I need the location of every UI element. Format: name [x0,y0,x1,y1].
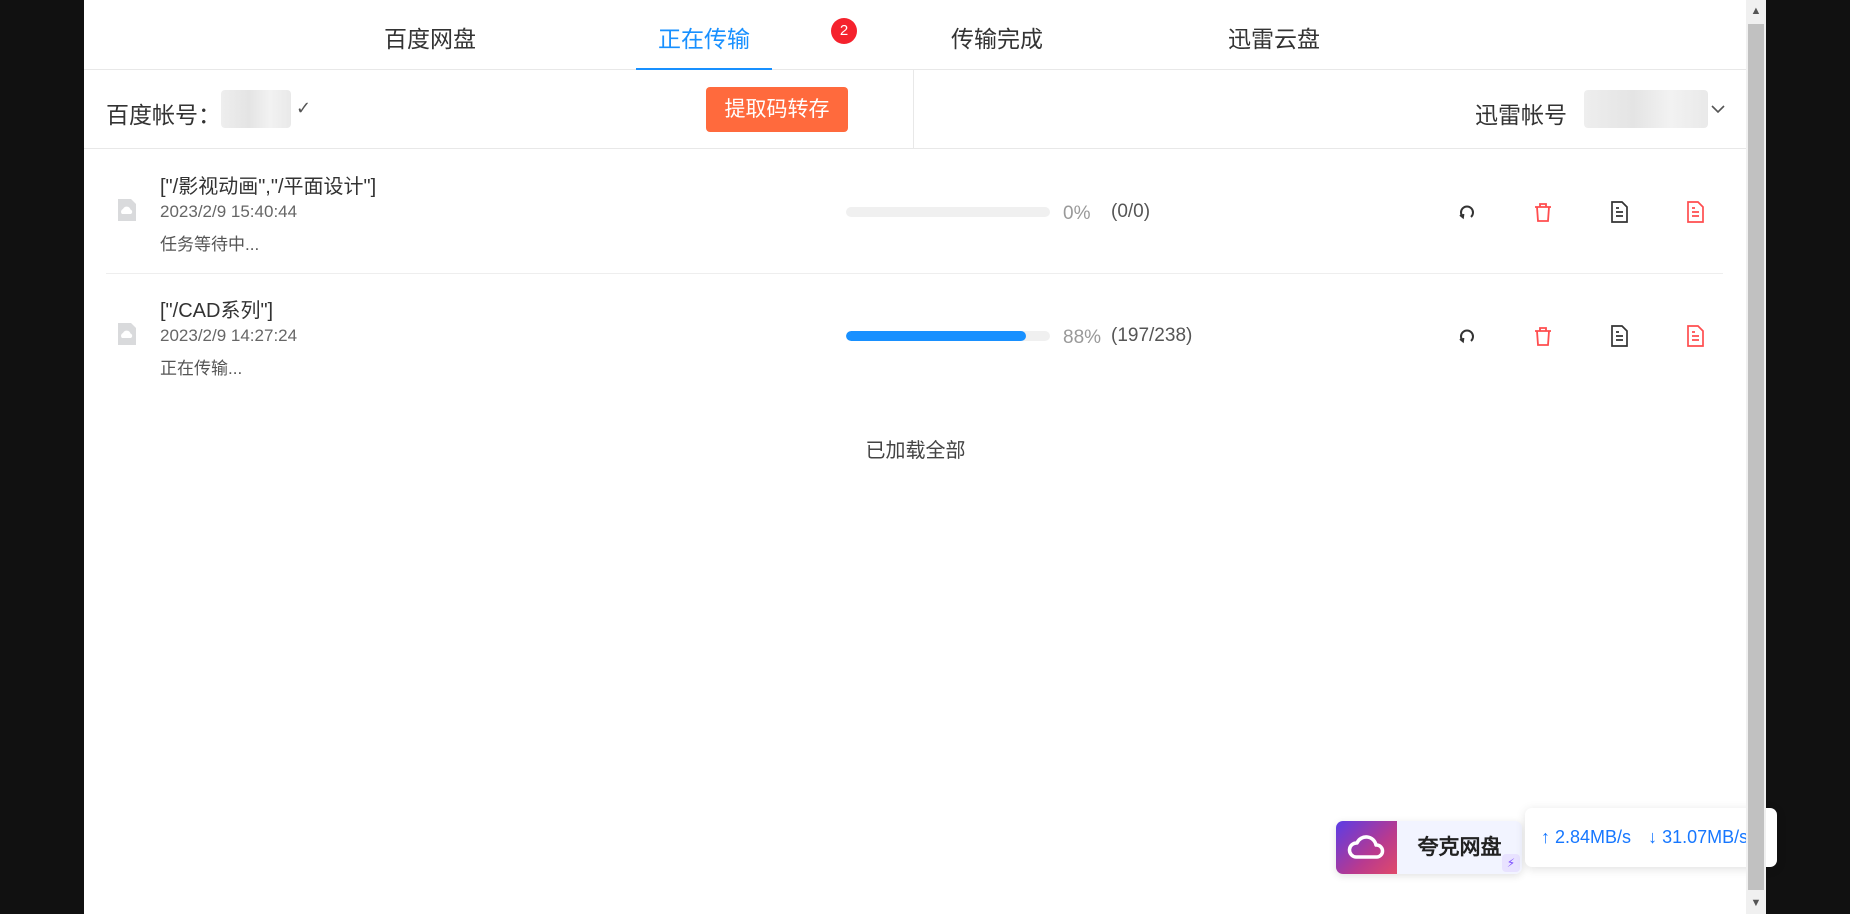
account-bar: 百度帐号： ✓ 提取码转存 迅雷帐号 [84,70,1747,149]
tab-transferring[interactable]: 正在传输 [636,20,772,70]
tab-label: 迅雷云盘 [1228,26,1320,52]
download-speed: ↓ 31.07MB/s [1648,827,1749,847]
tab-baidu-pan[interactable]: 百度网盘 [368,20,492,70]
account-divider [913,70,914,149]
task-time: 2023/2/9 15:40:44 [160,202,298,221]
tab-xunlei-cloud[interactable]: 迅雷云盘 [1212,20,1336,70]
tab-label: 正在传输 [658,26,750,52]
retry-icon[interactable] [1455,324,1479,348]
log-icon[interactable] [1607,324,1631,348]
progress-percent: 0% [1063,203,1091,224]
chevron-down-icon[interactable] [1711,98,1725,119]
task-status: 正在传输... [160,359,243,378]
cloud-file-icon [118,323,136,345]
error-log-icon[interactable] [1683,200,1707,224]
xunlei-account-select[interactable] [1584,90,1708,128]
cloud-file-icon [118,199,136,221]
progress-bar [846,331,1050,341]
quark-pan-widget[interactable]: 夸克网盘 ⚡ [1336,821,1522,874]
task-time: 2023/2/9 14:27:24 [160,326,298,345]
lightning-icon: ⚡ [1502,854,1520,872]
progress-count: (0/0) [1111,201,1151,222]
transferring-count-badge: 2 [831,18,857,44]
transfer-task: ["/影视动画","/平面设计"] 2023/2/9 15:40:44 任务等待… [106,150,1723,274]
task-title: ["/CAD系列"] [160,300,274,322]
transfer-task: ["/CAD系列"] 2023/2/9 14:27:24 正在传输... 88%… [106,274,1723,398]
baidu-account-label: 百度帐号： [106,102,221,128]
progress-fill [846,331,1026,341]
all-loaded-text: 已加载全部 [865,440,966,462]
quark-logo [1336,821,1397,874]
cloud-icon [1347,835,1385,859]
scroll-down-arrow-icon[interactable]: ▼ [1746,892,1766,914]
scroll-up-arrow-icon[interactable]: ▲ [1746,0,1766,22]
vertical-scrollbar[interactable]: ▲ ▼ [1746,0,1766,914]
speed-indicator: ↑ 2.84MB/s ↓ 31.07MB/s [1525,808,1777,867]
tab-bar: 百度网盘 正在传输 2 传输完成 迅雷云盘 [84,0,1747,70]
error-log-icon[interactable] [1683,324,1707,348]
chevron-down-icon[interactable]: ✓ [296,98,311,119]
progress-percent: 88% [1063,327,1102,348]
log-icon[interactable] [1607,200,1631,224]
progress-count: (197/238) [1111,325,1193,346]
delete-icon[interactable] [1531,324,1555,348]
baidu-account-select[interactable] [221,90,291,128]
tab-transfer-complete[interactable]: 传输完成 [935,20,1059,70]
upload-speed: ↑ 2.84MB/s [1541,827,1632,847]
tab-label: 传输完成 [951,26,1043,52]
task-status: 任务等待中... [160,235,260,254]
retry-icon[interactable] [1455,200,1479,224]
tab-label: 百度网盘 [384,26,476,52]
task-title: ["/影视动画","/平面设计"] [160,176,377,198]
delete-icon[interactable] [1531,200,1555,224]
transfer-page: 百度网盘 正在传输 2 传输完成 迅雷云盘 百度帐号： ✓ 提取码转存 迅雷帐号… [84,0,1777,914]
progress-bar [846,207,1050,217]
extract-code-transfer-button[interactable]: 提取码转存 [706,87,848,132]
scroll-thumb[interactable] [1748,24,1764,890]
xunlei-account-label: 迅雷帐号 [1475,102,1567,128]
